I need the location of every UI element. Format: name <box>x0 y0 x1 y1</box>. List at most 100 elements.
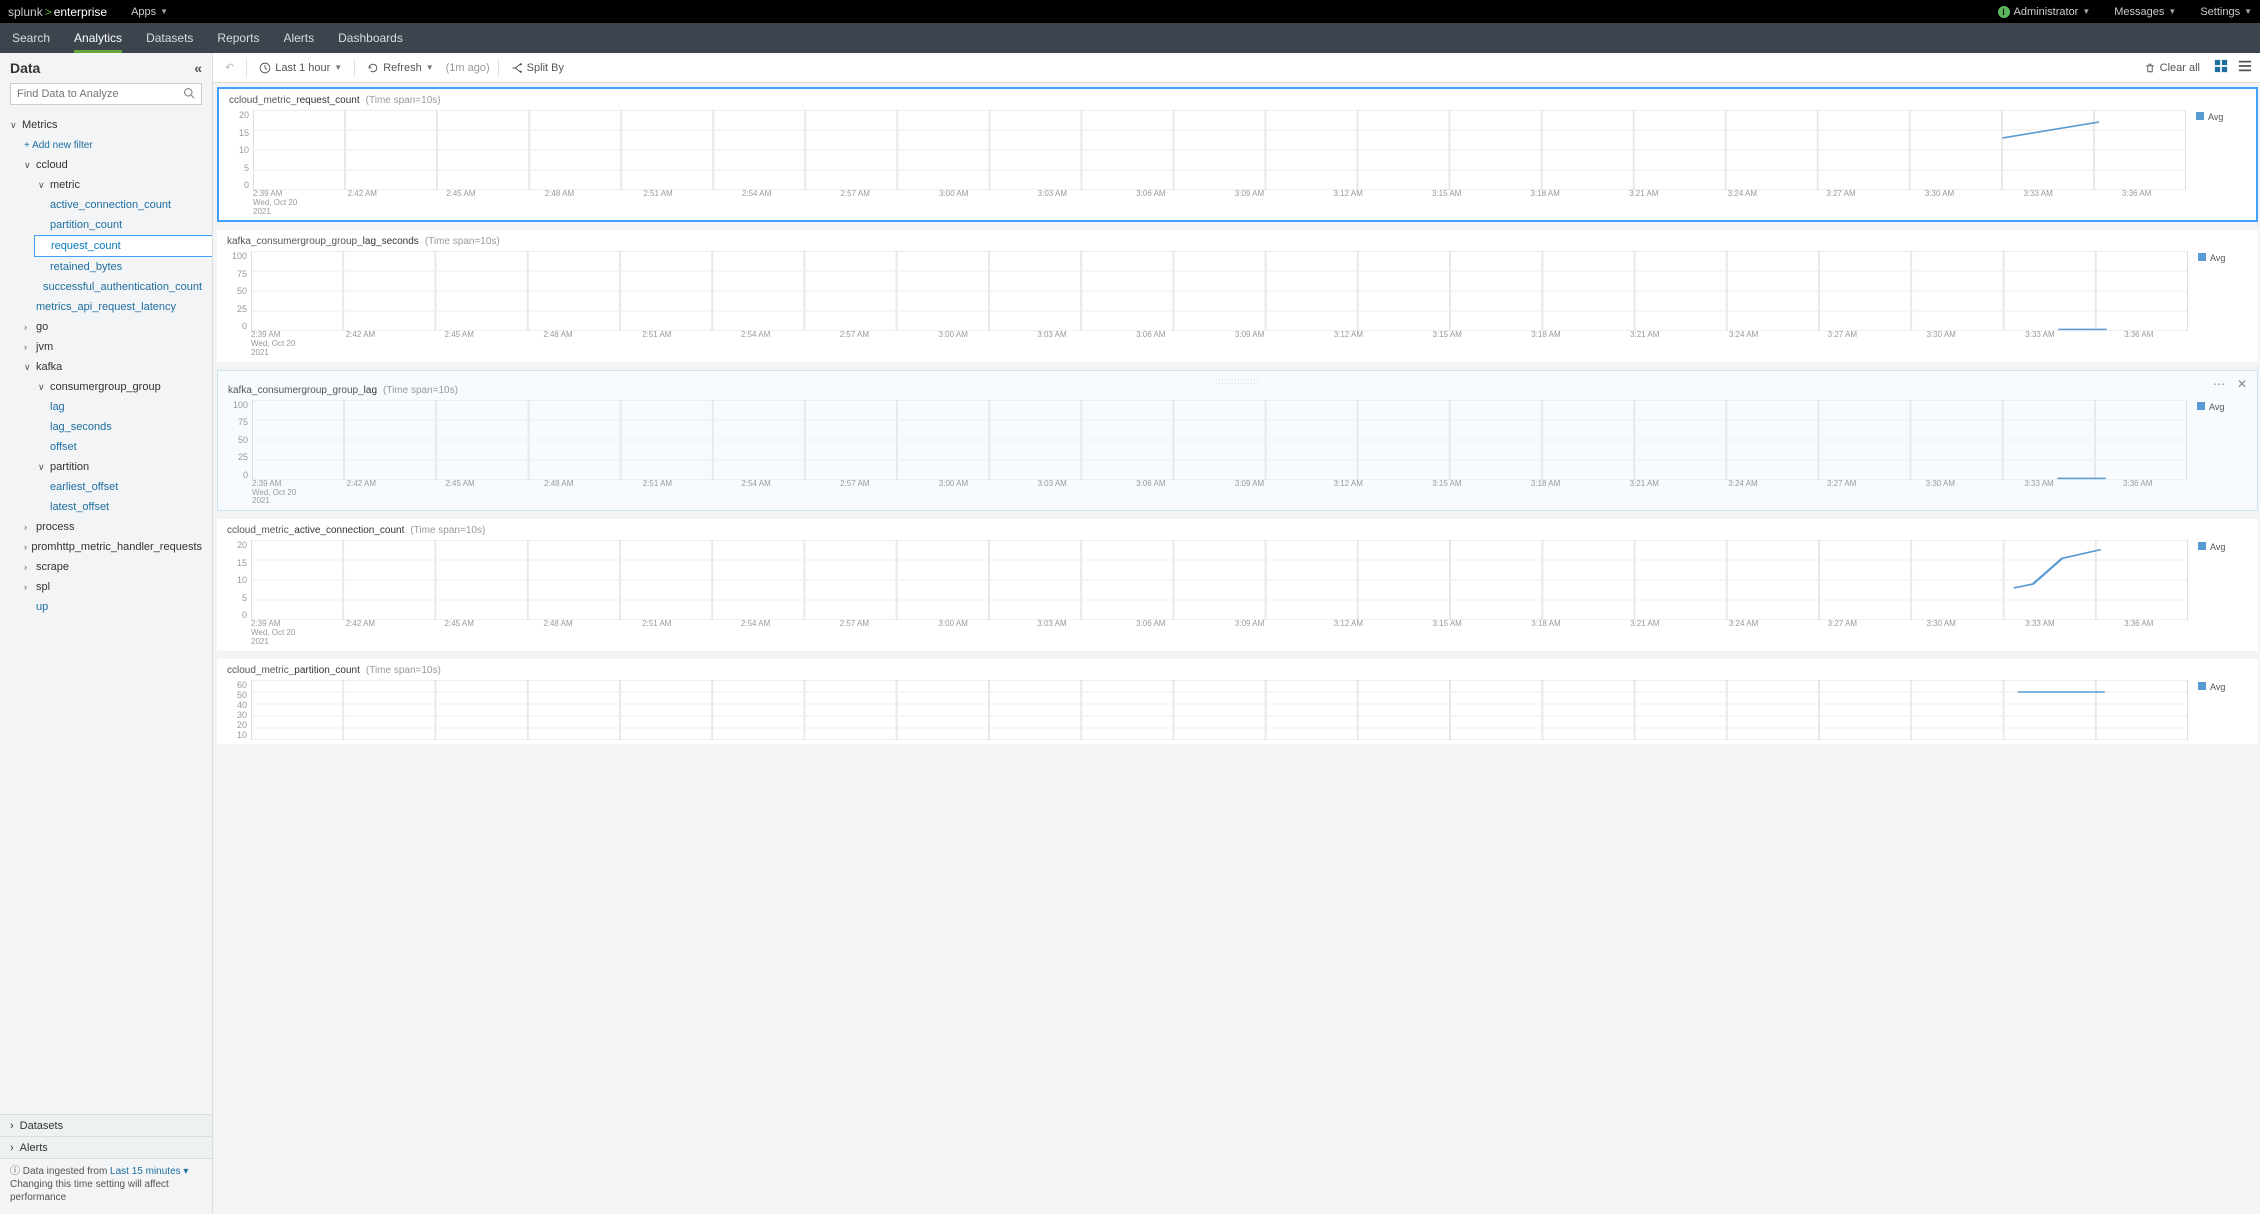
legend-color-icon <box>2198 253 2206 261</box>
info-icon: ⓘ <box>10 1166 23 1177</box>
tree-go[interactable]: ›go <box>24 317 202 337</box>
clear-all-button[interactable]: Clear all <box>2140 60 2204 76</box>
chevron-down-icon: ∨ <box>24 160 36 171</box>
nav-search[interactable]: Search <box>12 23 50 53</box>
legend-color-icon <box>2196 112 2204 120</box>
plot-area[interactable] <box>251 680 2188 740</box>
more-icon[interactable]: ⋯ <box>2213 377 2225 391</box>
ingest-time-link[interactable]: Last 15 minutes ▾ <box>110 1166 188 1177</box>
x-axis: 2:39 AM Wed, Oct 20 20212:42 AM2:45 AM2:… <box>251 620 2188 646</box>
tree-metrics[interactable]: ∨Metrics <box>10 115 202 135</box>
chevron-right-icon: › <box>24 522 36 532</box>
tree-promhttp[interactable]: ›promhttp_metric_handler_requests <box>24 537 202 557</box>
brand-logo[interactable]: splunk>enterprise <box>8 5 107 19</box>
legend-color-icon <box>2198 542 2206 550</box>
legend: Avg <box>2188 542 2248 620</box>
tree-partition-earliest_offset[interactable]: earliest_offset <box>38 477 202 497</box>
tree-ccloud[interactable]: ∨ccloud <box>24 155 202 175</box>
tree-cg-lag_seconds[interactable]: lag_seconds <box>38 417 202 437</box>
tree-partition-latest_offset[interactable]: latest_offset <box>38 497 202 517</box>
sidebar-datasets[interactable]: ›Datasets <box>0 1115 212 1137</box>
tree-partition[interactable]: ∨partition <box>38 457 202 477</box>
collapse-sidebar-icon[interactable]: « <box>194 60 202 76</box>
settings-menu[interactable]: Settings▼ <box>2200 6 2252 18</box>
caret-down-icon: ▼ <box>334 63 342 72</box>
chevron-right-icon: › <box>24 542 31 552</box>
tree-process[interactable]: ›process <box>24 517 202 537</box>
tree-cg-offset[interactable]: offset <box>38 437 202 457</box>
chevron-right-icon: › <box>24 342 36 352</box>
close-icon[interactable]: ✕ <box>2237 377 2247 391</box>
drag-handle[interactable]: :::::::::::::: <box>228 377 2247 381</box>
plot-area[interactable] <box>251 251 2188 331</box>
undo-icon[interactable]: ↶ <box>221 59 238 76</box>
chart-title: ccloud_metric_partition_count(Time span=… <box>227 665 2248 676</box>
apps-label: Apps <box>131 6 156 18</box>
grid-view-icon[interactable] <box>2214 59 2228 76</box>
administrator-menu[interactable]: i Administrator▼ <box>1998 6 2091 18</box>
caret-down-icon: ▼ <box>2244 7 2252 16</box>
search-icon[interactable] <box>177 87 201 102</box>
legend-color-icon <box>2197 402 2205 410</box>
brand-enterprise: enterprise <box>54 5 107 19</box>
apps-menu[interactable]: Apps ▼ <box>131 6 168 18</box>
clear-icon <box>2144 62 2156 74</box>
tree-metric-partition_count[interactable]: partition_count <box>38 215 202 235</box>
chart-card-0[interactable]: ccloud_metric_request_count(Time span=10… <box>217 87 2258 222</box>
chart-card-2[interactable]: ::::::::::::::⋯✕kafka_consumergroup_grou… <box>217 370 2258 511</box>
chart-card-1[interactable]: kafka_consumergroup_group_lag_seconds(Ti… <box>217 230 2258 361</box>
toolbar: ↶ Last 1 hour▼ Refresh▼ (1m ago) Split B… <box>213 53 2260 83</box>
top-bar: splunk>enterprise Apps ▼ iAdministrator▼… <box>0 0 2260 23</box>
tree-metric[interactable]: ∨metric <box>38 175 202 195</box>
metrics-tree: ∨Metrics + Add new filter ∨ccloud ∨metri… <box>0 115 212 1114</box>
ingest-info: ⓘ Data ingested from Last 15 minutes ▾ C… <box>0 1159 212 1214</box>
tree-metric-active_connection_count[interactable]: active_connection_count <box>38 195 202 215</box>
plot-area[interactable] <box>251 540 2188 620</box>
x-axis: 2:39 AM Wed, Oct 20 20212:42 AM2:45 AM2:… <box>251 331 2188 357</box>
sidebar-alerts[interactable]: ›Alerts <box>0 1137 212 1159</box>
chevron-down-icon: ∨ <box>38 180 50 191</box>
add-filter-link[interactable]: + Add new filter <box>24 135 202 155</box>
admin-label: Administrator <box>2014 6 2079 18</box>
tree-metric-successful_authentication_count[interactable]: successful_authentication_count <box>38 277 202 297</box>
nav-dashboards[interactable]: Dashboards <box>338 23 403 53</box>
tree-up[interactable]: up <box>24 597 202 617</box>
messages-menu[interactable]: Messages▼ <box>2114 6 2176 18</box>
sidebar-title: Data <box>10 60 40 76</box>
messages-label: Messages <box>2114 6 2164 18</box>
tree-jvm[interactable]: ›jvm <box>24 337 202 357</box>
tree-kafka[interactable]: ∨kafka <box>24 357 202 377</box>
plot-area[interactable] <box>253 110 2186 190</box>
list-view-icon[interactable] <box>2238 59 2252 76</box>
main-panel: ↶ Last 1 hour▼ Refresh▼ (1m ago) Split B… <box>212 53 2260 1214</box>
nav-datasets[interactable]: Datasets <box>146 23 193 53</box>
time-range-picker[interactable]: Last 1 hour▼ <box>255 60 346 76</box>
refresh-button[interactable]: Refresh▼ <box>363 60 437 76</box>
caret-down-icon: ▼ <box>2082 7 2090 16</box>
clock-icon <box>259 62 271 74</box>
nav-bar: Search Analytics Datasets Reports Alerts Dash… <box>0 23 2260 53</box>
brand-chevron-icon: > <box>45 5 52 19</box>
tree-metric-request_count[interactable]: request_count <box>34 235 212 257</box>
split-by-button[interactable]: Split By <box>507 60 568 76</box>
tree-metrics-api[interactable]: metrics_api_request_latency <box>24 297 202 317</box>
tree-scrape[interactable]: ›scrape <box>24 557 202 577</box>
chevron-down-icon: ∨ <box>24 362 36 373</box>
chevron-right-icon: › <box>10 1142 14 1154</box>
tree-spl[interactable]: ›spl <box>24 577 202 597</box>
tree-metric-retained_bytes[interactable]: retained_bytes <box>38 257 202 277</box>
tree-cg-lag[interactable]: lag <box>38 397 202 417</box>
info-badge-icon: i <box>1998 6 2010 18</box>
nav-alerts[interactable]: Alerts <box>283 23 314 53</box>
chevron-down-icon: ∨ <box>38 382 50 393</box>
legend-color-icon <box>2198 682 2206 690</box>
brand-splunk: splunk <box>8 5 43 19</box>
nav-reports[interactable]: Reports <box>217 23 259 53</box>
plot-area[interactable] <box>252 400 2187 480</box>
sidebar: Data « ∨Metrics + Add new filter ∨ccloud… <box>0 53 212 1214</box>
tree-consumergroup[interactable]: ∨consumergroup_group <box>38 377 202 397</box>
nav-analytics[interactable]: Analytics <box>74 23 122 53</box>
chart-card-3[interactable]: ccloud_metric_active_connection_count(Ti… <box>217 519 2258 650</box>
search-input[interactable] <box>11 88 177 100</box>
chart-card-4[interactable]: ccloud_metric_partition_count(Time span=… <box>217 659 2258 744</box>
